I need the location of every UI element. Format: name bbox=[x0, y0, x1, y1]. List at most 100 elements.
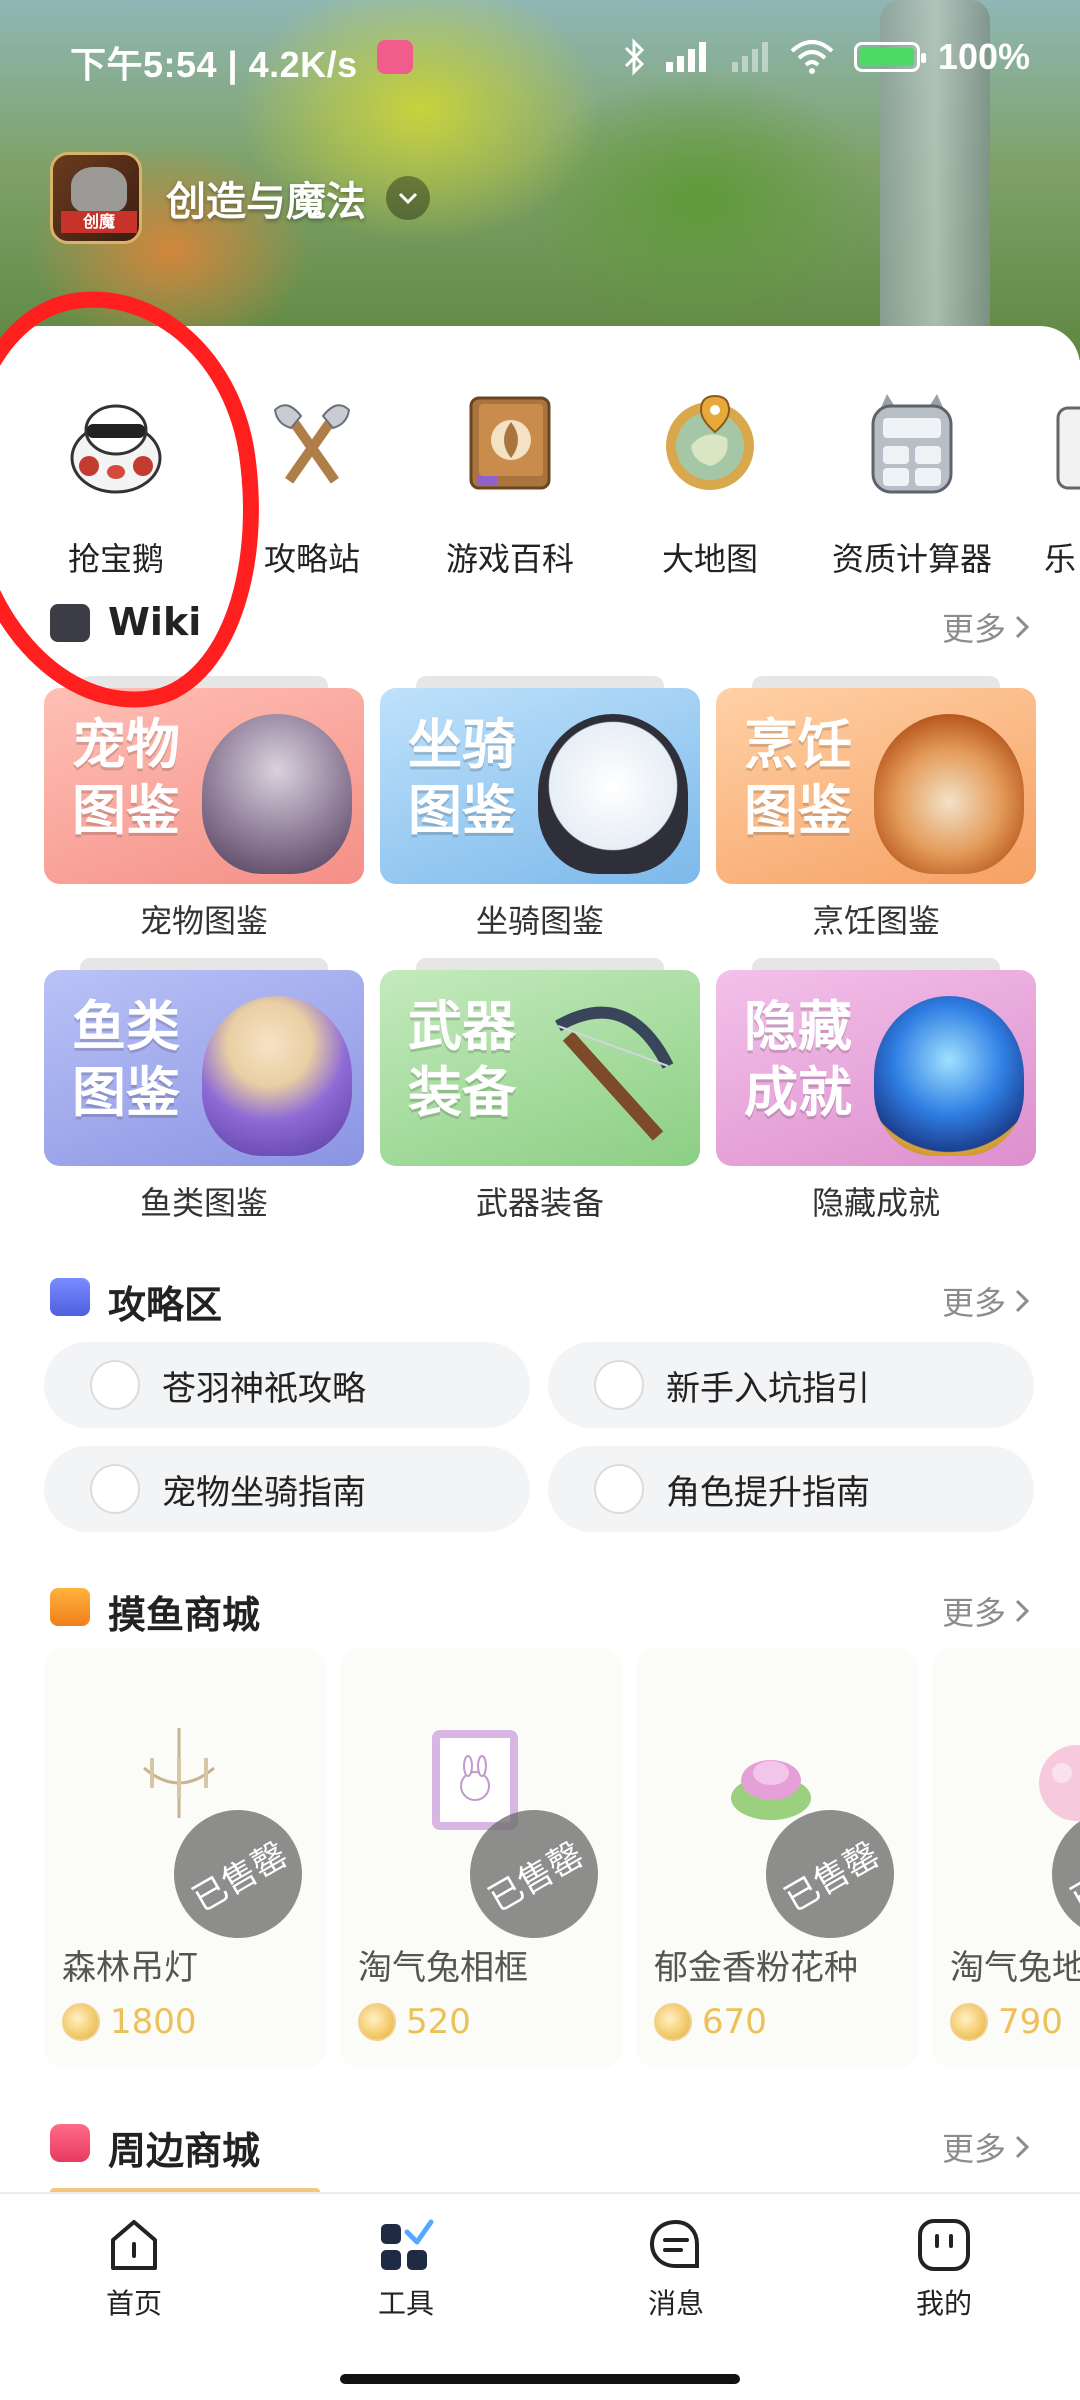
chevron-right-icon bbox=[1015, 615, 1030, 639]
shop-item[interactable]: 已售罄 淘气兔地 790 bbox=[932, 1648, 1080, 2068]
tool-partial[interactable]: 乐 bbox=[1000, 388, 1080, 588]
shop-item-price: 520 bbox=[358, 2002, 471, 2042]
wiki-card-image: 烹饪图鉴 bbox=[716, 688, 1036, 884]
nav-tools[interactable]: 工具 bbox=[326, 2216, 486, 2322]
crossbow-illustration bbox=[538, 996, 688, 1156]
shop-items-row: 已售罄 森林吊灯 1800 已售罄 淘气兔相框 520 已售罄 郁金香粉花种 6… bbox=[44, 1648, 1080, 2068]
wiki-card-image: 坐骑图鉴 bbox=[380, 688, 700, 884]
bottom-navigation: 首页 工具 消息 我的 bbox=[0, 2192, 1080, 2400]
shop-item[interactable]: 已售罄 郁金香粉花种 670 bbox=[636, 1648, 918, 2068]
tool-aptitude-calculator[interactable]: 资质计算器 bbox=[812, 388, 1012, 588]
shop-item-name: 郁金香粉花种 bbox=[654, 1948, 858, 1988]
wiki-item-pets[interactable]: 宠物图鉴 宠物图鉴 bbox=[44, 676, 364, 940]
tool-guide-site[interactable]: 攻略站 bbox=[212, 388, 412, 588]
section-title: 攻略区 bbox=[108, 1283, 223, 1327]
nav-profile[interactable]: 我的 bbox=[864, 2216, 1024, 2322]
more-label: 更多 bbox=[941, 1594, 1006, 1632]
shop-item-name: 森林吊灯 bbox=[62, 1948, 198, 1988]
section-title: 周边商城 bbox=[108, 2129, 261, 2173]
tool-world-map[interactable]: 大地图 bbox=[610, 388, 810, 588]
wiki-card-text: 鱼类图鉴 bbox=[72, 995, 180, 1124]
pet-mount-icon bbox=[90, 1464, 140, 1514]
coin-icon bbox=[62, 2003, 100, 2041]
wiki-card-text: 坐骑图鉴 bbox=[408, 713, 516, 842]
map-icon bbox=[655, 388, 765, 498]
coin-icon bbox=[950, 2003, 988, 2041]
wiki-item-label: 武器装备 bbox=[475, 1184, 604, 1222]
shop-item[interactable]: 已售罄 淘气兔相框 520 bbox=[340, 1648, 622, 2068]
price-value: 790 bbox=[998, 2002, 1063, 2042]
tool-label: 抢宝鹅 bbox=[67, 540, 164, 578]
chevron-right-icon bbox=[1015, 1289, 1030, 1313]
strategy-more-link[interactable]: 更多 bbox=[942, 1278, 1030, 1324]
strategy-label: 宠物坐骑指南 bbox=[162, 1472, 366, 1513]
wiki-item-achievements[interactable]: 隐藏成就 隐藏成就 bbox=[716, 958, 1036, 1222]
food-illustration bbox=[874, 714, 1024, 874]
strategy-item[interactable]: 宠物坐骑指南 bbox=[44, 1446, 530, 1532]
shop-item-name: 淘气兔地 bbox=[950, 1948, 1080, 1988]
section-title: Wiki bbox=[108, 600, 202, 644]
coin-icon bbox=[358, 2003, 396, 2041]
profile-icon bbox=[915, 2216, 973, 2274]
shop-more-link[interactable]: 更多 bbox=[942, 1588, 1030, 1634]
signal-icon bbox=[664, 40, 712, 74]
section-title: 摸鱼商城 bbox=[108, 1593, 261, 1637]
penguin-icon bbox=[61, 388, 171, 498]
shop-section-header: 摸鱼商城 更多 bbox=[50, 1576, 1030, 1637]
strategy-label: 新手入坑指引 bbox=[666, 1368, 870, 1409]
merch-section-header: 周边商城 更多 bbox=[50, 2112, 1030, 2173]
tool-penguin[interactable]: 抢宝鹅 bbox=[16, 388, 216, 588]
strategy-label: 苍羽神祇攻略 bbox=[162, 1368, 366, 1409]
game-title: 创造与魔法 bbox=[166, 179, 366, 225]
message-icon bbox=[647, 2216, 705, 2274]
home-icon bbox=[105, 2216, 163, 2274]
calculator-icon bbox=[857, 388, 967, 498]
coin-icon bbox=[654, 2003, 692, 2041]
wifi-icon bbox=[788, 39, 836, 75]
shop-item-name: 淘气兔相框 bbox=[358, 1948, 528, 1988]
wiki-more-link[interactable]: 更多 bbox=[942, 604, 1030, 650]
wiki-item-weapons[interactable]: 武器装备 武器装备 bbox=[380, 958, 700, 1222]
nav-label: 首页 bbox=[105, 2287, 162, 2320]
seal-pirate-illustration bbox=[538, 714, 688, 874]
strategy-item[interactable]: 新手入坑指引 bbox=[548, 1342, 1034, 1428]
trophy-illustration bbox=[874, 996, 1024, 1156]
wiki-card-image: 武器装备 bbox=[380, 970, 700, 1166]
nav-home[interactable]: 首页 bbox=[54, 2216, 214, 2322]
nav-label: 工具 bbox=[377, 2287, 434, 2320]
wiki-item-mounts[interactable]: 坐骑图鉴 坐骑图鉴 bbox=[380, 676, 700, 940]
nav-label: 消息 bbox=[647, 2287, 704, 2320]
shop-item-price: 670 bbox=[654, 2002, 767, 2042]
wiki-item-cooking[interactable]: 烹饪图鉴 烹饪图鉴 bbox=[716, 676, 1036, 940]
status-bar: 下午5:54 | 4.2K/s 100% bbox=[0, 0, 1080, 120]
game-switcher[interactable]: 创魔 创造与魔法 bbox=[50, 152, 430, 244]
price-value: 670 bbox=[702, 2002, 767, 2042]
status-indicators: 100% bbox=[622, 36, 1030, 78]
more-label: 更多 bbox=[941, 1284, 1006, 1322]
strategy-item[interactable]: 苍羽神祇攻略 bbox=[44, 1342, 530, 1428]
signal-2-icon bbox=[730, 40, 770, 74]
nav-label: 我的 bbox=[915, 2287, 972, 2320]
nav-messages[interactable]: 消息 bbox=[596, 2216, 756, 2322]
wiki-item-label: 鱼类图鉴 bbox=[139, 1184, 268, 1222]
chevron-down-icon[interactable] bbox=[386, 176, 430, 220]
wiki-card-text: 武器装备 bbox=[408, 995, 516, 1124]
tool-label: 资质计算器 bbox=[831, 540, 992, 578]
wiki-item-fish[interactable]: 鱼类图鉴 鱼类图鉴 bbox=[44, 958, 364, 1222]
shop-item[interactable]: 已售罄 森林吊灯 1800 bbox=[44, 1648, 326, 2068]
wiki-item-label: 烹饪图鉴 bbox=[811, 902, 940, 940]
wiki-card-image: 宠物图鉴 bbox=[44, 688, 364, 884]
wiki-card-image: 隐藏成就 bbox=[716, 970, 1036, 1166]
feather-deity-icon bbox=[90, 1360, 140, 1410]
strategy-item[interactable]: 角色提升指南 bbox=[548, 1446, 1034, 1532]
wolf-illustration bbox=[202, 714, 352, 874]
wiki-section-header: Wiki 更多 bbox=[50, 592, 1030, 648]
wiki-card-text: 宠物图鉴 bbox=[72, 713, 180, 842]
bluetooth-icon bbox=[622, 38, 646, 76]
merch-more-link[interactable]: 更多 bbox=[942, 2124, 1030, 2170]
tools-icon bbox=[377, 2216, 435, 2274]
guide-book-icon bbox=[50, 1278, 90, 1316]
tool-encyclopedia[interactable]: 游戏百科 bbox=[410, 388, 610, 588]
bilibili-app-icon bbox=[377, 40, 413, 74]
status-time: 下午5:54 | 4.2K/s bbox=[70, 44, 358, 85]
